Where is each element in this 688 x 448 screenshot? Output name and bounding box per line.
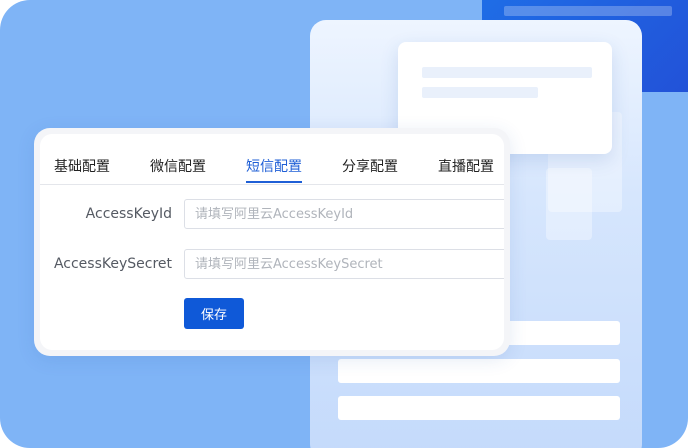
illustration-stage: 基础配置 微信配置 短信配置 分享配置 直播配置 AccessKeyId Acc… xyxy=(0,0,688,448)
tab-basic[interactable]: 基础配置 xyxy=(54,156,110,176)
save-button[interactable]: 保存 xyxy=(184,298,244,329)
tab-share[interactable]: 分享配置 xyxy=(342,156,398,176)
decorative-bar xyxy=(338,359,620,383)
access-key-secret-input[interactable] xyxy=(184,249,504,279)
tab-sms[interactable]: 短信配置 xyxy=(246,156,302,176)
active-tab-indicator xyxy=(246,181,302,183)
config-tabs: 基础配置 微信配置 短信配置 分享配置 直播配置 xyxy=(40,134,504,185)
decorative-line xyxy=(422,67,592,78)
access-key-id-input[interactable] xyxy=(184,199,504,229)
tab-live[interactable]: 直播配置 xyxy=(438,156,494,176)
decorative-line xyxy=(422,87,538,98)
access-key-id-label: AccessKeyId xyxy=(85,206,172,222)
config-panel: 基础配置 微信配置 短信配置 分享配置 直播配置 AccessKeyId Acc… xyxy=(40,134,504,350)
decorative-glass xyxy=(546,168,592,240)
decorative-stripe xyxy=(504,6,672,16)
decorative-bar xyxy=(338,396,620,420)
config-card: 基础配置 微信配置 短信配置 分享配置 直播配置 AccessKeyId Acc… xyxy=(34,128,510,356)
tab-wechat[interactable]: 微信配置 xyxy=(150,156,206,176)
access-key-secret-label: AccessKeySecret xyxy=(53,256,172,272)
